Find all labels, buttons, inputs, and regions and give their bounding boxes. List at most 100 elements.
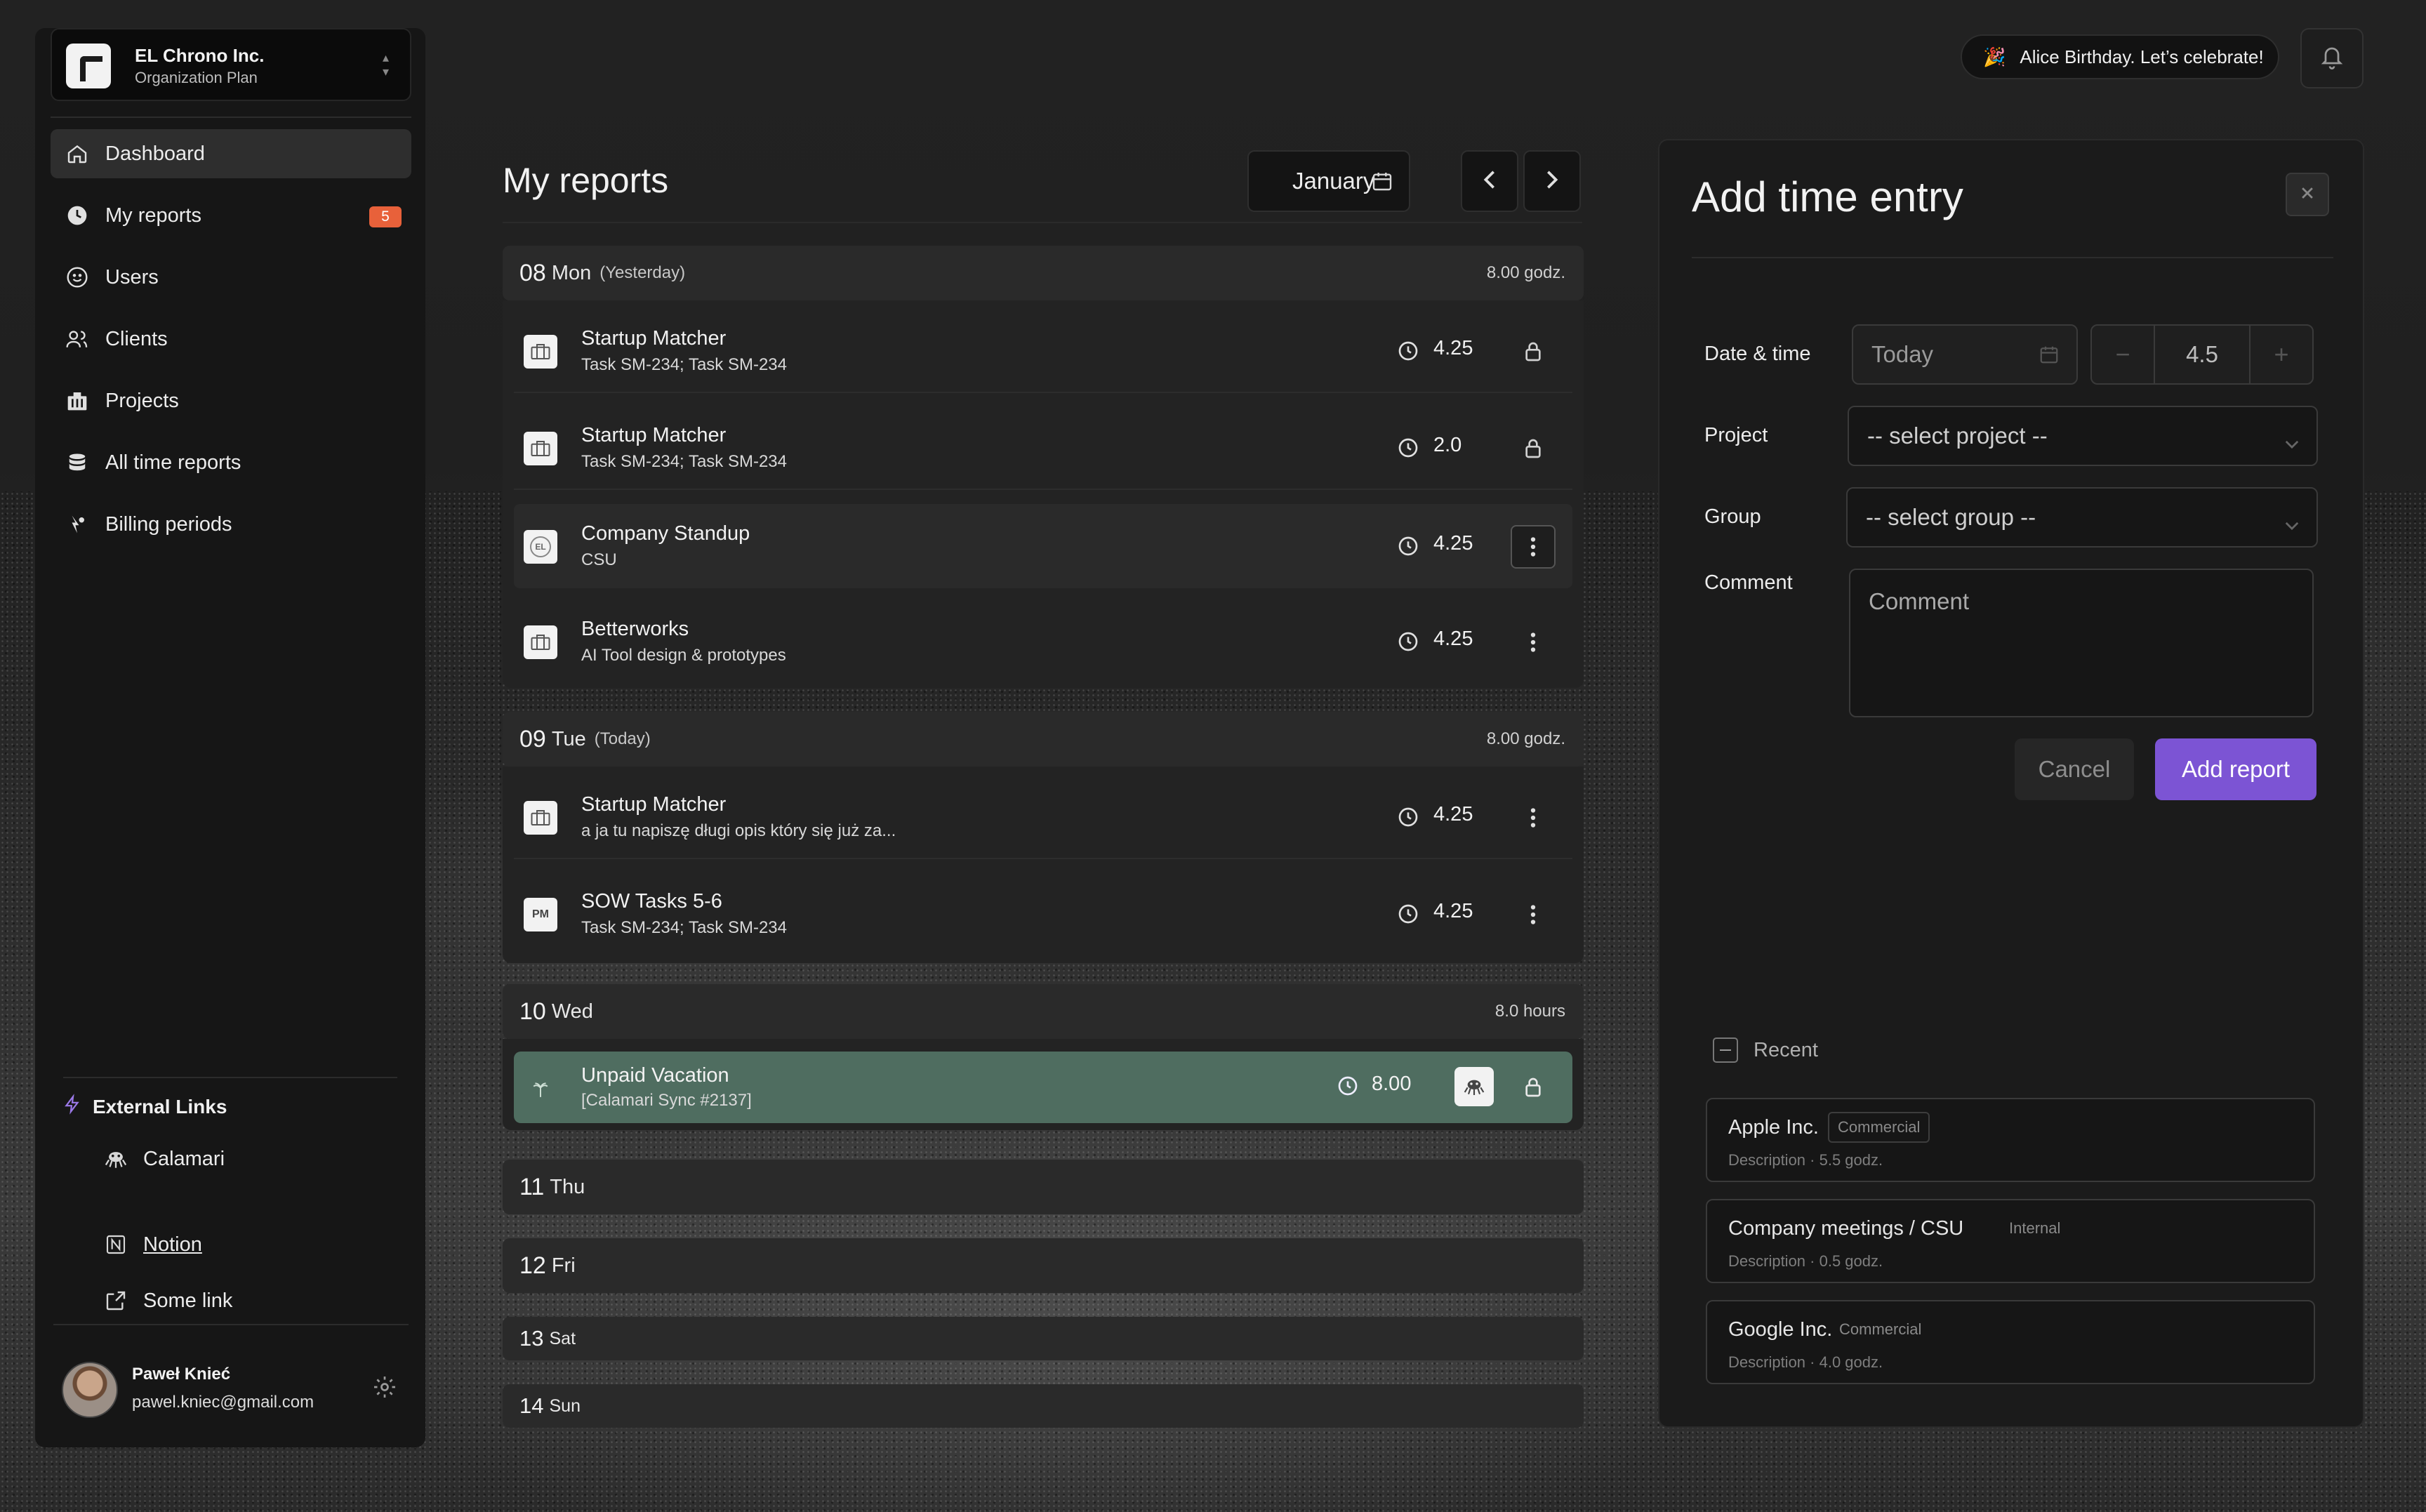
briefcase-icon	[524, 801, 557, 835]
add-report-button[interactable]: Add report	[2155, 738, 2316, 800]
chevron-updown-icon: ▴ ▾	[382, 51, 389, 79]
recent-item[interactable]: Apple Inc. Commercial Description · 5.5 …	[1706, 1098, 2315, 1182]
table-row[interactable]: Unpaid Vacation [Calamari Sync #2137] 8.…	[514, 1052, 1572, 1123]
table-row[interactable]: Startup Matcher Task SM-234; Task SM-234…	[514, 309, 1572, 393]
month-picker[interactable]: January	[1247, 150, 1410, 212]
project-label: Project	[1704, 424, 1768, 446]
recent-item[interactable]: Google Inc. Commercial Description · 4.0…	[1706, 1300, 2315, 1384]
sidebar-item-projects[interactable]: Projects	[51, 376, 411, 425]
day-entries: Unpaid Vacation [Calamari Sync #2137] 8.…	[503, 1039, 1584, 1130]
notifications-button[interactable]	[2300, 28, 2364, 88]
lock-icon	[1511, 427, 1556, 470]
users-icon	[65, 326, 90, 352]
prev-month-button[interactable]	[1461, 150, 1518, 212]
close-button[interactable]	[2286, 173, 2329, 216]
day-header[interactable]: 11 Thu	[503, 1160, 1584, 1214]
group-select[interactable]: -- select group --	[1846, 487, 2318, 548]
comment-label: Comment	[1704, 571, 1793, 594]
notion-icon	[102, 1231, 129, 1258]
clock-icon	[1337, 1075, 1359, 1101]
page-title: My reports	[503, 161, 669, 200]
sidebar-item-dashboard[interactable]: Dashboard	[51, 129, 411, 178]
sidebar-item-label: Users	[105, 265, 159, 289]
org-plan: Organization Plan	[135, 69, 258, 86]
recent-item[interactable]: Company meetings / CSU Internal Descript…	[1706, 1199, 2315, 1283]
company-logo-icon: EL	[524, 530, 557, 564]
sidebar-item-label: All time reports	[105, 451, 241, 474]
recent-toggle[interactable]: Recent	[1713, 1037, 1818, 1063]
decrement-button[interactable]: −	[2092, 326, 2154, 383]
more-vertical-icon[interactable]	[1511, 796, 1556, 840]
calendar-icon	[1371, 170, 1393, 198]
lock-icon	[1511, 330, 1556, 373]
day-entries: Startup Matcher a ja tu napiszę długi op…	[503, 767, 1584, 963]
day-total: 8.00 godz.	[1486, 263, 1565, 282]
more-vertical-icon[interactable]	[1511, 525, 1556, 569]
day-total: 8.0 hours	[1494, 1002, 1565, 1021]
clock-icon	[65, 203, 90, 228]
date-field[interactable]: Today	[1852, 324, 2078, 385]
external-link-notion[interactable]: Notion	[102, 1231, 202, 1258]
org-switcher[interactable]: EL Chrono Inc. Organization Plan ▴ ▾	[51, 28, 411, 101]
sidebar-item-label: My reports	[105, 204, 201, 227]
user-email: pawel.kniec@gmail.com	[132, 1393, 314, 1412]
external-link-calamari[interactable]: Calamari	[102, 1146, 225, 1172]
smile-icon	[65, 265, 90, 290]
announcement-pill[interactable]: 🎉 Alice Birthday. Let’s celebrate!	[1961, 34, 2279, 79]
duration-value[interactable]: 4.5	[2154, 326, 2251, 383]
divider	[53, 1324, 409, 1325]
sidebar-item-billing-periods[interactable]: Billing periods	[51, 500, 411, 549]
group-label: Group	[1704, 505, 1761, 528]
lock-icon	[1511, 1066, 1556, 1109]
cancel-button[interactable]: Cancel	[2015, 738, 2134, 800]
day-header[interactable]: 13 Sat	[503, 1317, 1584, 1360]
more-vertical-icon[interactable]	[1511, 621, 1556, 664]
day-header[interactable]: 12 Fri	[503, 1238, 1584, 1293]
checkbox-indeterminate-icon[interactable]	[1713, 1037, 1738, 1063]
external-links-heading: External Links	[63, 1094, 227, 1120]
calamari-icon	[102, 1146, 129, 1172]
table-row[interactable]: EL Company Standup CSU 4.25	[514, 504, 1572, 588]
divider	[503, 222, 1582, 223]
briefcase-icon	[524, 625, 557, 659]
comment-textarea[interactable]: Comment	[1849, 569, 2314, 717]
calamari-icon[interactable]	[1454, 1067, 1494, 1106]
avatar[interactable]	[62, 1362, 118, 1418]
table-row[interactable]: Startup Matcher Task SM-234; Task SM-234…	[514, 406, 1572, 490]
duration-stepper: − 4.5 +	[2090, 324, 2314, 385]
sidebar-item-clients[interactable]: Clients	[51, 314, 411, 364]
calendar-icon	[2039, 344, 2060, 371]
bell-icon	[2319, 43, 2345, 74]
sidebar-item-users[interactable]: Users	[51, 253, 411, 302]
external-link-icon	[102, 1287, 129, 1314]
clock-icon	[1397, 437, 1419, 463]
org-logo-icon	[66, 44, 111, 88]
more-vertical-icon[interactable]	[1511, 893, 1556, 936]
divider	[63, 1077, 397, 1078]
next-month-button[interactable]	[1523, 150, 1581, 212]
divider	[51, 117, 411, 118]
table-row[interactable]: Startup Matcher a ja tu napiszę długi op…	[514, 775, 1572, 859]
table-row[interactable]: PM SOW Tasks 5-6 Task SM-234; Task SM-23…	[514, 872, 1572, 956]
sidebar-item-all-time-reports[interactable]: All time reports	[51, 438, 411, 487]
sidebar-item-my-reports[interactable]: My reports 5	[51, 191, 411, 240]
chevron-right-icon	[1544, 169, 1560, 194]
day-header: 08 Mon (Yesterday) 8.00 godz.	[503, 246, 1584, 300]
external-link-some-link[interactable]: Some link	[102, 1287, 232, 1314]
table-row[interactable]: Betterworks AI Tool design & prototypes …	[514, 599, 1572, 684]
close-icon	[2300, 185, 2315, 204]
day-entries: Startup Matcher Task SM-234; Task SM-234…	[503, 300, 1584, 688]
tag-badge: Internal	[2009, 1219, 2061, 1237]
palm-tree-icon	[524, 1073, 557, 1106]
pm-icon: PM	[524, 898, 557, 931]
day-header[interactable]: 14 Sun	[503, 1384, 1584, 1428]
increment-button[interactable]: +	[2251, 326, 2312, 383]
gear-icon[interactable]	[372, 1374, 400, 1402]
count-badge: 5	[369, 206, 402, 227]
billing-icon	[65, 512, 90, 537]
sidebar: EL Chrono Inc. Organization Plan ▴ ▾ Dash…	[35, 28, 425, 1447]
date-label: Date & time	[1704, 343, 1811, 365]
chevron-left-icon	[1481, 169, 1498, 194]
project-select[interactable]: -- select project --	[1848, 406, 2318, 466]
sidebar-item-label: Dashboard	[105, 142, 205, 165]
